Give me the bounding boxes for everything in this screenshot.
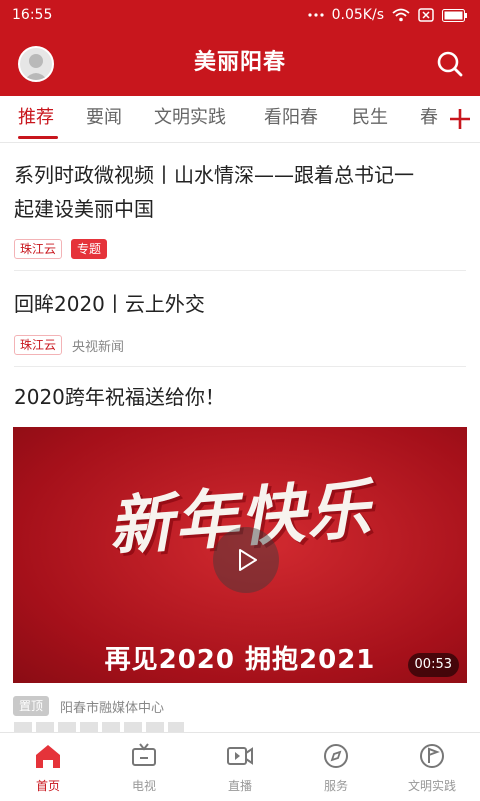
nav-tv[interactable]: 电视 <box>96 733 192 801</box>
play-icon <box>239 549 257 571</box>
tab-livelihood[interactable]: 民生 <box>352 96 388 142</box>
nav-label: 电视 <box>131 779 156 793</box>
tab-partial[interactable]: 春 <box>420 96 438 142</box>
next-item-peek <box>14 722 184 732</box>
tab-headlines[interactable]: 要闻 <box>86 96 122 142</box>
article-source: 阳春市融媒体中心 <box>60 701 165 716</box>
app-header: 美丽阳春 <box>0 30 480 96</box>
headline-line: 起建设美丽中国 <box>14 197 154 221</box>
more-dots-icon <box>308 12 324 18</box>
nav-label: 文明实践 <box>407 779 456 793</box>
nav-home[interactable]: 首页 <box>0 733 96 801</box>
video-duration: 00:53 <box>407 653 459 677</box>
source-tag: 珠江云 <box>14 239 63 259</box>
video-subtitle: 再见2020 拥抱2021 <box>104 645 376 675</box>
source-tag: 珠江云 <box>14 335 63 355</box>
tab-active-indicator <box>18 136 58 139</box>
category-tabs: 推荐 要闻 文明实践 看阳春 民生 春 <box>0 96 480 143</box>
list-item[interactable]: 回眸2020丨云上外交 珠江云 央视新闻 <box>0 272 480 366</box>
list-item[interactable]: 系列时政微视频丨山水情深——跟着总书记一 起建设美丽中国 珠江云 专题 <box>0 150 480 270</box>
tab-civilization-practice[interactable]: 文明实践 <box>154 96 226 142</box>
home-icon <box>36 745 60 768</box>
search-icon <box>437 51 463 77</box>
article-headline: 系列时政微视频丨山水情深——跟着总书记一 起建设美丽中国 <box>14 158 466 226</box>
article-headline: 回眸2020丨云上外交 <box>14 292 205 316</box>
nav-civilization[interactable]: 文明实践 <box>384 733 480 801</box>
page-title: 美丽阳春 <box>193 50 286 75</box>
plus-icon <box>450 109 470 129</box>
compass-icon <box>324 744 348 768</box>
search-button[interactable] <box>436 50 464 78</box>
pinned-tag: 置顶 <box>13 696 50 716</box>
nav-service[interactable]: 服务 <box>288 733 384 801</box>
sim-disabled-icon <box>418 8 434 22</box>
tab-watch-yangchun[interactable]: 看阳春 <box>264 96 318 142</box>
wifi-icon <box>392 8 410 22</box>
headline-line: 系列时政微视频丨山水情深——跟着总书记一 <box>14 163 414 187</box>
status-bar: 16:55 0.05K/s <box>0 0 480 30</box>
flag-icon <box>420 744 444 768</box>
video-thumbnail[interactable]: 新年快乐 再见2020 拥抱2021 00:53 <box>13 427 467 683</box>
play-button[interactable] <box>213 527 279 593</box>
nav-label: 服务 <box>323 779 348 793</box>
divider <box>14 366 466 367</box>
nav-label: 首页 <box>35 779 60 793</box>
divider <box>14 270 466 271</box>
article-source: 央视新闻 <box>72 340 125 355</box>
add-tab-button[interactable] <box>440 96 480 142</box>
article-headline: 2020跨年祝福送给你！ <box>14 385 225 409</box>
tv-icon <box>132 743 156 766</box>
bottom-nav: 首页 电视 直播 服务 文明实践 <box>0 732 480 801</box>
nav-label: 直播 <box>227 779 252 793</box>
nav-live[interactable]: 直播 <box>192 733 288 801</box>
live-camera-icon <box>227 747 253 765</box>
network-speed: 0.05K/s <box>331 7 384 23</box>
battery-icon <box>442 8 468 22</box>
status-time: 16:55 <box>12 7 53 23</box>
topic-tag: 专题 <box>71 239 108 259</box>
